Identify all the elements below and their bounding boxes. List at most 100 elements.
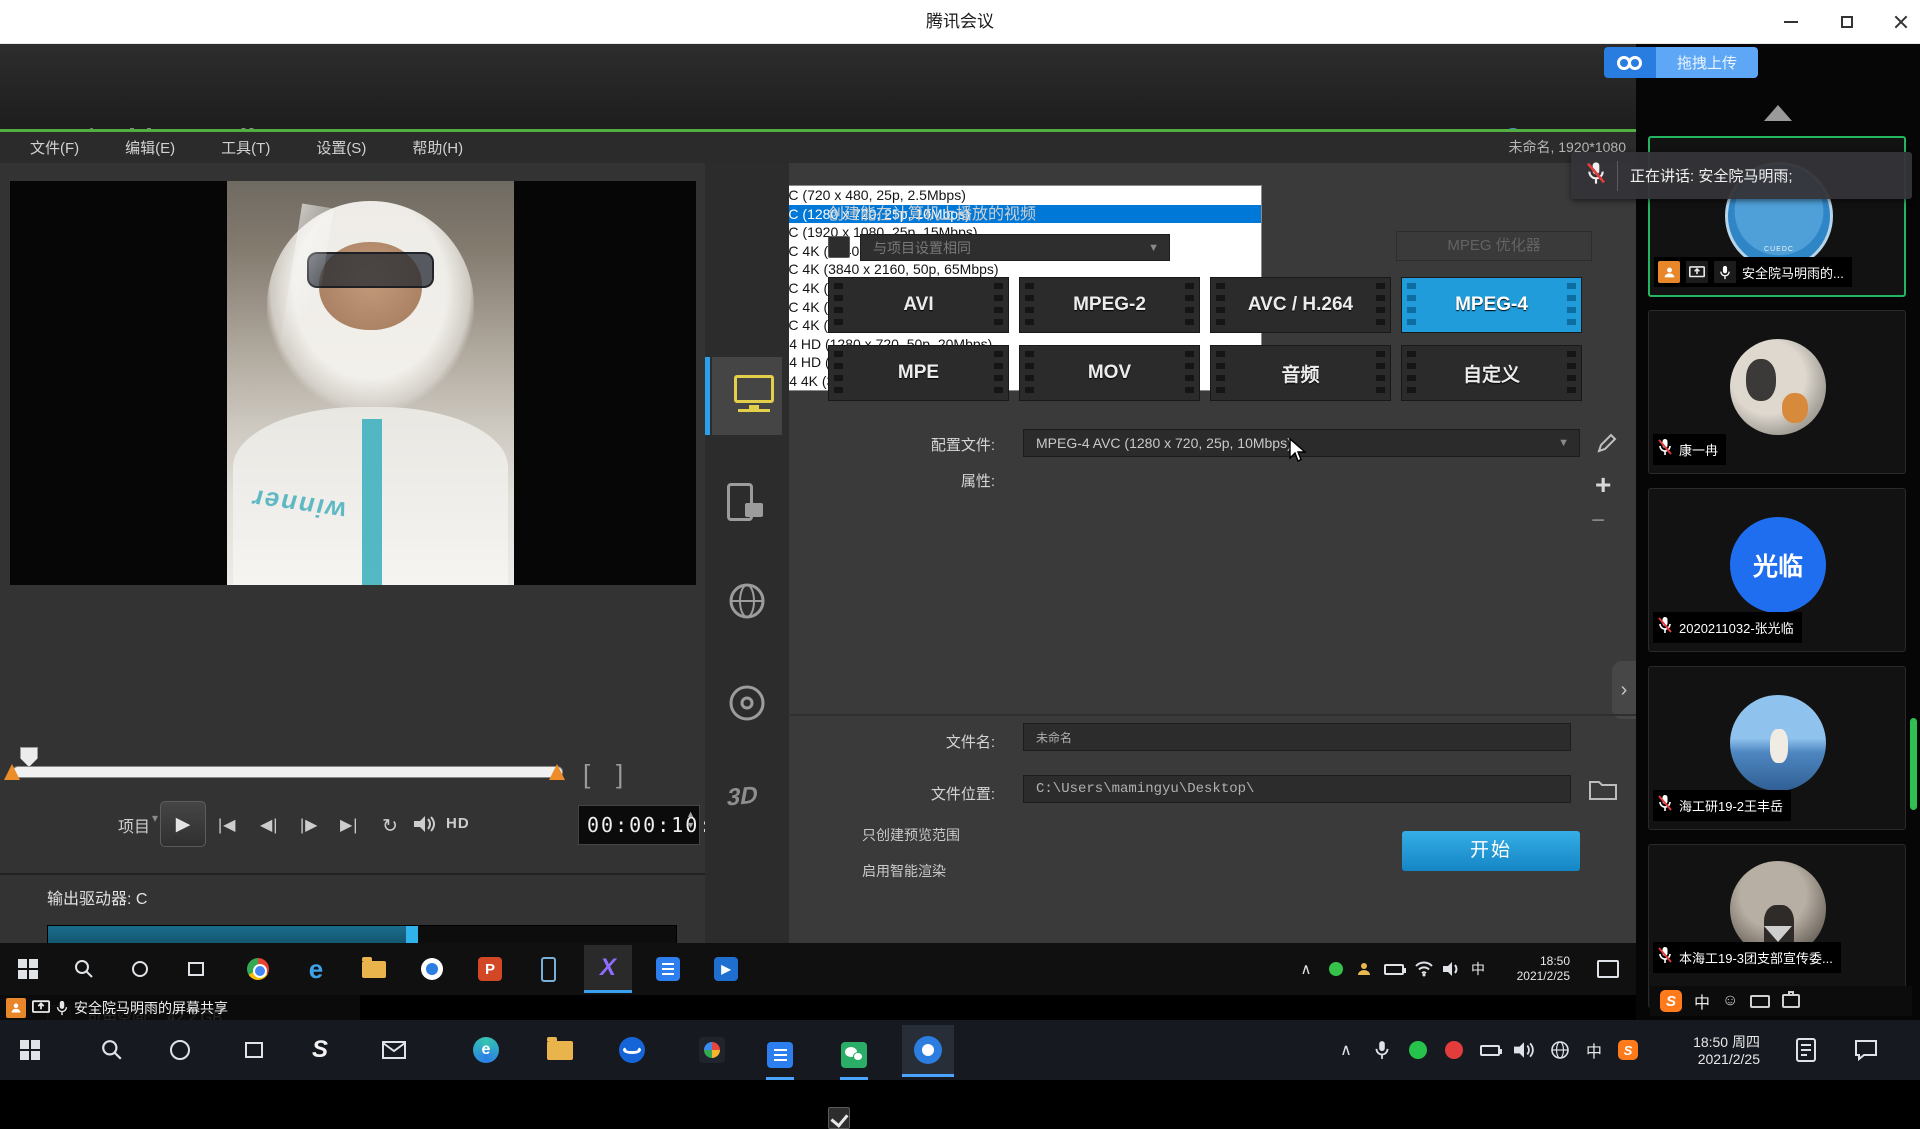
tray-music-app[interactable]: [1434, 1030, 1474, 1070]
remove-profile-button[interactable]: −: [1591, 507, 1605, 535]
mark-out-button[interactable]: ]: [616, 759, 623, 790]
tray-notes[interactable]: [1786, 1030, 1826, 1070]
taskview-button[interactable]: [234, 1030, 274, 1070]
keyboard-icon[interactable]: [1750, 995, 1770, 1008]
repeat-button[interactable]: ↻: [382, 815, 399, 838]
skip-start-button[interactable]: |◀: [218, 815, 236, 835]
format-mov[interactable]: MOV: [1019, 345, 1200, 401]
shared-chrome-app[interactable]: [238, 949, 278, 989]
edge-app[interactable]: e: [466, 1030, 506, 1070]
panel-expand-handle[interactable]: ›: [1612, 661, 1636, 719]
browse-folder-icon[interactable]: [1588, 776, 1618, 802]
shared-meeting-app[interactable]: [412, 949, 452, 989]
toolbox-icon[interactable]: [1782, 994, 1800, 1008]
same-as-project-dropdown[interactable]: 与项目设置相同 ▼: [860, 234, 1170, 261]
shared-clock[interactable]: 18:50 2021/2/25: [1492, 954, 1570, 984]
participant-tile[interactable]: 海工研19-2王丰岳: [1648, 666, 1906, 830]
sidebar-scrollbar-thumb[interactable]: [1910, 718, 1917, 810]
close-button[interactable]: [1886, 11, 1916, 33]
project-mode-dropdown-icon[interactable]: ▾: [152, 811, 158, 825]
tray-sogou[interactable]: S: [1608, 1030, 1648, 1070]
add-profile-button[interactable]: +: [1595, 469, 1611, 501]
frame-forward-button[interactable]: |▶: [300, 815, 318, 835]
emoji-button[interactable]: ☺: [1722, 992, 1738, 1010]
format-mpeg4[interactable]: MPEG-4: [1401, 277, 1582, 333]
shared-action-center[interactable]: [1588, 949, 1628, 989]
maximize-button[interactable]: [1832, 11, 1862, 33]
category-device[interactable]: [727, 483, 753, 521]
volume-button[interactable]: [414, 815, 436, 838]
timeline-track[interactable]: [12, 766, 563, 778]
shared-films-app[interactable]: ▶: [706, 949, 746, 989]
mpeg-optimizer-button[interactable]: MPEG 优化器: [1396, 231, 1592, 261]
shared-videostudio-app[interactable]: X: [584, 945, 632, 993]
category-3d[interactable]: 3D: [727, 781, 758, 812]
sogou-app[interactable]: S: [300, 1030, 340, 1070]
mail-app[interactable]: [374, 1030, 414, 1070]
frame-back-button[interactable]: ◀|: [260, 815, 278, 835]
menu-edit[interactable]: 编辑(E): [125, 137, 175, 158]
menu-file[interactable]: 文件(F): [30, 137, 79, 158]
search-button[interactable]: [92, 1030, 132, 1070]
photos-app[interactable]: [692, 1030, 732, 1070]
play-button[interactable]: ▶: [160, 801, 206, 847]
shared-taskview-button[interactable]: [176, 949, 216, 989]
hd-toggle[interactable]: HD: [446, 815, 470, 832]
edit-profile-pencil-icon[interactable]: [1595, 431, 1619, 455]
project-mode-label[interactable]: 项目: [118, 813, 150, 837]
format-avc-h264[interactable]: AVC / H.264: [1210, 277, 1391, 333]
menu-settings[interactable]: 设置(S): [316, 137, 366, 158]
participant-tile[interactable]: 光临 2020211032-张光临: [1648, 488, 1906, 652]
format-audio[interactable]: 音频: [1210, 345, 1391, 401]
same-as-project-checkbox[interactable]: [828, 236, 850, 258]
smart-render-checkbox[interactable]: [828, 1107, 850, 1129]
meeting-app[interactable]: [902, 1025, 954, 1077]
shared-explorer-app[interactable]: [354, 949, 394, 989]
tray-volume[interactable]: [1504, 1030, 1544, 1070]
start-button[interactable]: [10, 1030, 50, 1070]
filename-field[interactable]: 未命名: [1023, 723, 1571, 751]
ime-mode-toggle[interactable]: 中: [1694, 989, 1710, 1013]
category-disc[interactable]: [727, 683, 767, 728]
filepath-field[interactable]: C:\Users\mamingyu\Desktop\: [1023, 775, 1571, 803]
tray-mic[interactable]: [1362, 1030, 1402, 1070]
shared-start-button[interactable]: [8, 949, 48, 989]
explorer-app[interactable]: [540, 1030, 580, 1070]
time: 18:50 周四: [1648, 1034, 1760, 1051]
format-mpe[interactable]: MPE: [828, 345, 1009, 401]
shared-yourphone-app[interactable]: [528, 949, 568, 989]
timeline-marker[interactable]: [20, 747, 38, 767]
shared-powerpoint-app[interactable]: P: [470, 949, 510, 989]
drag-upload-button[interactable]: 拖拽上传: [1604, 47, 1758, 78]
collapse-up-button[interactable]: [1764, 88, 1792, 106]
docs-app[interactable]: [760, 1030, 800, 1080]
format-avi[interactable]: AVI: [828, 277, 1009, 333]
tray-chevron[interactable]: ∧: [1326, 1030, 1366, 1070]
category-web[interactable]: [727, 581, 767, 626]
timecode-down-icon[interactable]: ▼: [686, 821, 695, 830]
participant-tile[interactable]: 康一冉: [1648, 310, 1906, 474]
shared-docs-app[interactable]: [648, 949, 688, 989]
timecode-display[interactable]: 00:00:10:01 ▲▼: [578, 805, 700, 845]
shared-cortana-button[interactable]: [120, 949, 160, 989]
mark-in-button[interactable]: [: [583, 759, 590, 790]
minimize-button[interactable]: [1776, 11, 1806, 33]
wechat-app[interactable]: [834, 1030, 874, 1080]
cortana-button[interactable]: [160, 1030, 200, 1070]
action-center-button[interactable]: [1846, 1030, 1886, 1070]
collapse-down-button[interactable]: [1764, 942, 1792, 960]
format-custom[interactable]: 自定义: [1401, 345, 1582, 401]
skip-end-button[interactable]: ▶|: [340, 815, 358, 835]
menu-tools[interactable]: 工具(T): [221, 137, 270, 158]
sogou-logo-icon[interactable]: S: [1660, 990, 1682, 1012]
category-computer[interactable]: [712, 357, 782, 435]
shared-search-button[interactable]: [64, 949, 104, 989]
format-mpeg2[interactable]: MPEG-2: [1019, 277, 1200, 333]
tray-green-app[interactable]: [1398, 1030, 1438, 1070]
shared-edge-app[interactable]: e: [296, 949, 336, 989]
timecode-up-icon[interactable]: ▲: [686, 810, 695, 819]
netdisk-app[interactable]: [612, 1030, 652, 1070]
clock[interactable]: 18:50 周四 2021/2/25: [1648, 1034, 1760, 1068]
start-button[interactable]: 开始: [1402, 831, 1580, 871]
menu-help[interactable]: 帮助(H): [412, 137, 463, 158]
